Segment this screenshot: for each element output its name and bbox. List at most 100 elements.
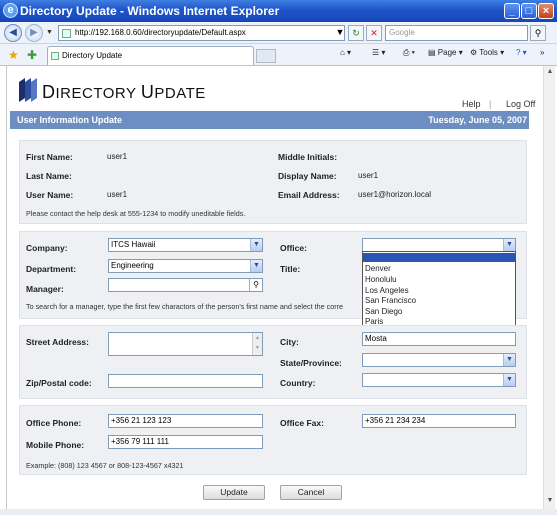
first-name-value: user1 [107,152,128,161]
help-link[interactable]: Help [462,99,481,109]
current-date: Tuesday, June 05, 2007 [428,115,527,125]
office-option-selected[interactable] [363,253,515,262]
status-bar [0,509,557,515]
city-input[interactable]: Mosta [362,332,516,346]
print-icon[interactable]: ⎙ ▾ [403,48,415,58]
refresh-icon[interactable]: ↻ [348,25,364,41]
office-option[interactable]: Honolulu [365,275,397,284]
chevron-down-icon: ▼ [250,239,262,251]
state-label: State/Province: [280,358,342,368]
office-label: Office: [280,243,307,253]
minimize-button[interactable]: _ [504,3,520,19]
section-header: User Information Update Tuesday, June 05… [10,111,529,129]
window-title: Directory Update - Windows Internet Expl… [20,4,280,18]
middle-initials-label: Middle Initials: [278,152,338,162]
zip-label: Zip/Postal code: [26,378,92,388]
header-separator: | [489,99,492,109]
address-input[interactable]: http://192.168.0.60/directoryupdate/Defa… [58,25,345,41]
maximize-button[interactable]: □ [521,3,537,19]
display-name-value: user1 [358,171,379,180]
search-input[interactable]: Google [385,25,528,41]
department-label: Department: [26,264,77,274]
logoff-link[interactable]: Log Off [506,99,535,109]
window-title-bar[interactable]: e Directory Update - Windows Internet Ex… [0,0,557,22]
textarea-scrollbar[interactable]: ▲ ▼ [252,333,262,355]
chevron-icon[interactable]: » [540,48,544,57]
mobile-phone-input[interactable]: +356 79 111 111 [108,435,263,449]
office-dropdown-list[interactable]: Denver Honolulu Los Angeles San Francisc… [362,251,516,327]
page-icon [62,29,71,38]
company-select[interactable]: ITCS Hawaii ▼ [108,238,263,252]
chevron-down-icon: ▼ [503,374,515,386]
email-label: Email Address: [278,190,340,200]
office-fax-input[interactable]: +356 21 234 234 [362,414,516,428]
office-phone-input[interactable]: +356 21 123 123 [108,414,263,428]
company-selected-value: ITCS Hawaii [111,240,156,249]
tools-menu-label: Tools [479,48,498,57]
new-tab-button[interactable] [256,49,276,63]
office-option[interactable]: San Diego [365,307,402,316]
city-label: City: [280,337,299,347]
directory-logo-icon [19,78,37,102]
tools-menu[interactable]: ⚙ Tools ▾ [470,48,504,57]
forward-icon[interactable]: ▶ [25,24,43,42]
manager-search-note: To search for a manager, type the first … [26,302,343,311]
street-address-label: Street Address: [26,337,89,347]
home-icon[interactable]: ⌂ ▾ [340,48,351,57]
user-name-label: User Name: [26,190,74,200]
tab-page-icon [51,52,59,60]
cancel-button[interactable]: Cancel [280,485,342,500]
scroll-down-icon[interactable]: ▼ [545,497,555,507]
country-label: Country: [280,378,316,388]
update-button[interactable]: Update [203,485,265,500]
scroll-up-icon[interactable]: ▲ [545,68,555,78]
department-selected-value: Engineering [111,261,154,270]
title-label: Title: [280,264,301,274]
state-select[interactable]: ▼ [362,353,516,367]
history-dropdown-icon[interactable]: ▼ [46,29,53,36]
logo-title: DIRECTORY UPDATE [42,82,206,102]
help-icon[interactable]: ? ▾ [516,48,527,57]
search-icon[interactable]: ⚲ [530,25,546,41]
vertical-scrollbar[interactable]: ▲ ▼ [543,66,555,509]
back-icon[interactable]: ◀ [4,24,22,42]
office-select[interactable]: ▼ [362,238,516,252]
chevron-down-icon: ▼ [503,354,515,366]
company-label: Company: [26,243,68,253]
add-favorites-icon[interactable]: ✚ [27,48,37,62]
page-menu-label: Page [437,48,457,57]
last-name-label: Last Name: [26,171,72,181]
close-button[interactable]: × [538,3,554,19]
address-dropdown-icon[interactable]: ▼ [332,25,348,41]
office-option[interactable]: Los Angeles [365,286,409,295]
first-name-label: First Name: [26,152,73,162]
favorites-star-icon[interactable]: ★ [8,48,19,62]
email-value: user1@horizon.local [358,190,432,199]
street-address-textarea[interactable]: ▲ ▼ [108,332,263,356]
section-title: User Information Update [17,115,123,125]
page-menu[interactable]: ▤ Page ▾ [428,48,463,57]
office-option[interactable]: San Francisco [365,296,416,305]
office-phone-label: Office Phone: [26,418,82,428]
tab-bar: ★ ✚ Directory Update ⌂ ▾ ☰ ▾ ⎙ ▾ ▤ Page … [0,44,557,66]
search-icon[interactable]: ⚲ [249,279,262,291]
stop-icon[interactable]: ✕ [366,25,382,41]
manager-input[interactable]: ⚲ [108,278,263,292]
user-name-value: user1 [107,190,128,199]
zip-input[interactable] [108,374,263,388]
search-placeholder: Google [389,28,415,37]
address-text: http://192.168.0.60/directoryupdate/Defa… [75,28,246,37]
department-select[interactable]: Engineering ▼ [108,259,263,273]
mobile-phone-label: Mobile Phone: [26,440,85,450]
chevron-down-icon: ▼ [250,260,262,272]
feeds-icon[interactable]: ☰ ▾ [372,48,385,57]
country-select[interactable]: ▼ [362,373,516,387]
address-bar-row: ◀ ▶ ▼ http://192.168.0.60/directoryupdat… [0,22,557,44]
display-name-label: Display Name: [278,171,337,181]
ie-icon: e [3,3,18,18]
phone-format-example: Example: (808) 123 4567 or 808-123-4567 … [26,461,184,470]
tab-directory-update[interactable]: Directory Update [47,46,254,65]
office-fax-label: Office Fax: [280,418,324,428]
tab-title: Directory Update [62,51,123,60]
office-option[interactable]: Denver [365,264,391,273]
